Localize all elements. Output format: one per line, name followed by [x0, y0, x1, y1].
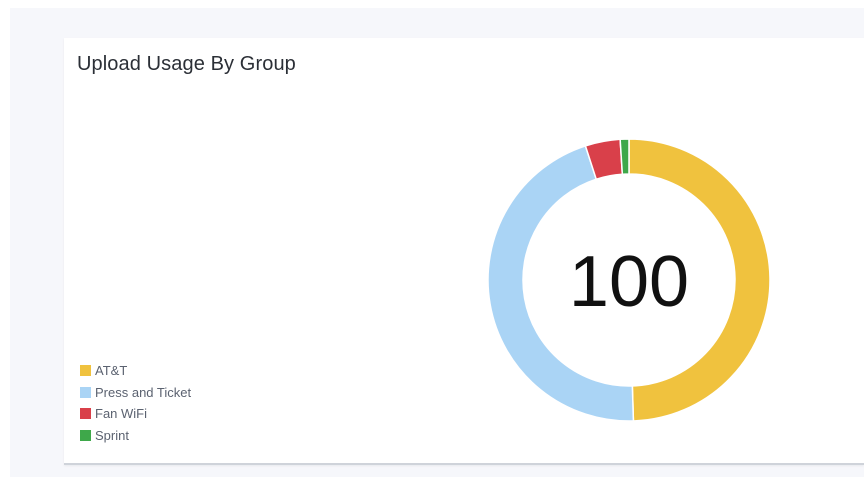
chart-legend: AT&T Press and Ticket Fan WiFi Sprint — [80, 360, 191, 446]
legend-label-fan-wifi: Fan WiFi — [95, 406, 147, 422]
legend-item-fan-wifi[interactable]: Fan WiFi — [80, 403, 191, 425]
center-value: 100 — [569, 242, 689, 322]
legend-label-att: AT&T — [95, 363, 128, 379]
legend-swatch-sprint — [80, 429, 91, 441]
upload-usage-panel: Upload Usage By Group 100 AT&T Press and… — [64, 38, 864, 465]
legend-swatch-att — [80, 365, 91, 377]
legend-swatch-press-and-ticket — [80, 386, 91, 398]
legend-item-press-and-ticket[interactable]: Press and Ticket — [80, 382, 191, 404]
legend-item-sprint[interactable]: Sprint — [80, 425, 191, 447]
legend-label-press-and-ticket: Press and Ticket — [95, 384, 192, 400]
panel-title: Upload Usage By Group — [77, 53, 296, 75]
legend-swatch-fan-wifi — [80, 408, 91, 420]
donut-chart[interactable]: 100 — [487, 138, 771, 422]
legend-item-att[interactable]: AT&T — [80, 360, 191, 382]
donut-chart-svg: 100 — [487, 138, 771, 422]
donut-slice-sprint[interactable] — [619, 138, 630, 176]
legend-label-sprint: Sprint — [95, 427, 129, 443]
